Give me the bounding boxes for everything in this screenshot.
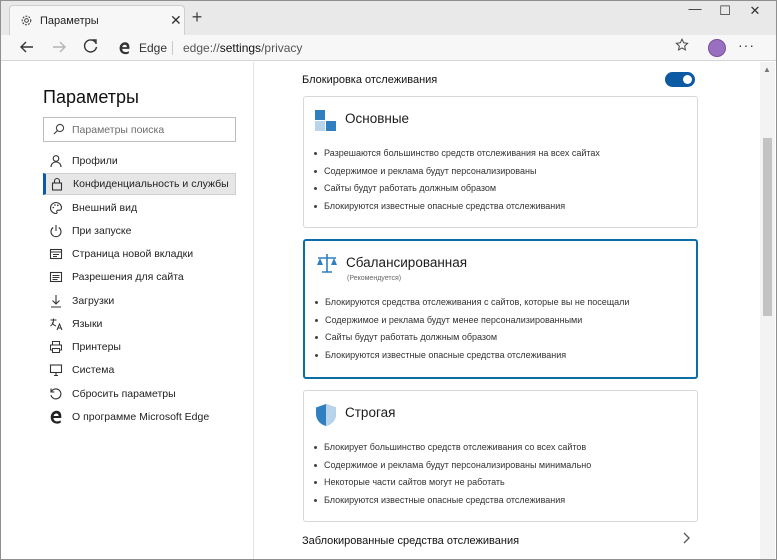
sidebar-item-label: О программе Microsoft Edge <box>72 411 210 423</box>
sidebar-item-privacy[interactable]: Конфиденциальность и службы <box>43 173 236 195</box>
tracking-prevention-toggle[interactable] <box>665 72 695 87</box>
sidebar-item-label: Конфиденциальность и службы <box>73 178 229 190</box>
sidebar-title: Параметры <box>43 87 139 107</box>
card-bullet: Блокируются известные опасные средства о… <box>315 350 629 368</box>
sidebar-item-startup[interactable]: При запуске <box>43 220 236 242</box>
card-bullet-list: Блокируются средства отслеживания с сайт… <box>315 297 629 367</box>
toggle-knob <box>683 75 692 84</box>
card-title: Строгая <box>345 405 396 420</box>
tab-strip: Параметры ✕ + — ☐ ✕ <box>1 1 776 35</box>
url-host: edge:// <box>183 41 220 55</box>
card-title: Сбалансированная <box>346 255 468 270</box>
favorite-star-icon[interactable] <box>675 38 689 52</box>
languages-icon <box>50 318 63 331</box>
url-path-strong: settings <box>219 41 262 55</box>
sidebar-item-profiles[interactable]: Профили <box>43 150 236 172</box>
edge-icon <box>50 410 62 424</box>
card-bullet: Разрешаются большинство средств отслежив… <box>314 148 600 166</box>
sidebar-item-downloads[interactable]: Загрузки <box>43 290 236 312</box>
person-icon <box>50 155 62 168</box>
card-bullet: Блокируются известные опасные средства о… <box>314 201 600 219</box>
new-tab-button[interactable]: + <box>189 7 205 28</box>
window-close-button[interactable]: ✕ <box>741 3 769 19</box>
card-bullet-list: Разрешаются большинство средств отслежив… <box>314 148 600 218</box>
sidebar-item-label: Загрузки <box>72 295 115 307</box>
back-arrow-icon[interactable] <box>17 38 37 56</box>
sidebar-item-system[interactable]: Система <box>43 359 236 381</box>
maximize-button[interactable]: ☐ <box>711 3 739 19</box>
sidebar-item-label: Система <box>72 364 115 376</box>
tab-close-button[interactable]: ✕ <box>170 12 182 29</box>
card-bullet-list: Блокирует большинство средств отслеживан… <box>314 442 591 512</box>
new-tab-icon <box>49 248 63 260</box>
profile-avatar[interactable] <box>708 39 726 57</box>
lock-icon <box>51 177 63 191</box>
card-bullet: Содержимое и реклама будут персонализиро… <box>314 166 600 184</box>
power-icon <box>50 225 62 238</box>
sidebar-item-label: Страница новой вкладки <box>72 248 194 260</box>
sidebar-item-label: Внешний вид <box>72 202 138 214</box>
card-bullet: Сайты будут работать должным образом <box>315 332 629 350</box>
printer-icon <box>50 341 62 353</box>
sidebar-item-site-permissions[interactable]: Разрешения для сайта <box>43 266 236 288</box>
tab-settings[interactable]: Параметры ✕ <box>9 5 185 35</box>
balance-scale-icon <box>317 254 337 273</box>
sidebar-item-label: При запуске <box>72 225 132 237</box>
card-bullet: Блокирует большинство средств отслеживан… <box>314 442 591 460</box>
palette-icon <box>50 201 63 215</box>
basic-squares-icon <box>315 110 336 131</box>
download-icon <box>51 295 61 308</box>
card-title: Основные <box>345 111 410 126</box>
sidebar-item-label: Разрешения для сайта <box>72 271 184 283</box>
search-input[interactable] <box>72 121 232 138</box>
card-bullet: Блокируются средства отслеживания с сайт… <box>315 297 629 315</box>
forward-arrow-icon[interactable] <box>49 38 69 56</box>
sidebar-item-label: Профили <box>72 155 118 167</box>
brand-label: Edge <box>139 41 168 55</box>
address-separator <box>172 41 173 55</box>
sidebar-item-new-tab[interactable]: Страница новой вкладки <box>43 243 236 265</box>
card-bullet: Сайты будут работать должным образом <box>314 183 600 201</box>
minimize-button[interactable]: — <box>681 1 709 16</box>
url-path-rest: /privacy <box>261 41 303 55</box>
sidebar-item-about[interactable]: О программе Microsoft Edge <box>43 406 236 428</box>
sidebar-item-reset[interactable]: Сбросить параметры <box>43 383 236 405</box>
reset-icon <box>50 388 62 400</box>
blocked-trackers-link[interactable]: Заблокированные средства отслеживания <box>302 535 519 547</box>
sidebar-item-appearance[interactable]: Внешний вид <box>43 197 236 219</box>
more-menu-button[interactable]: ··· <box>738 37 755 53</box>
chevron-right-icon[interactable] <box>681 532 691 544</box>
browser-window: Параметры ✕ + — ☐ ✕ Edge edge://settings… <box>0 0 777 560</box>
edge-logo-icon <box>119 42 130 55</box>
address-input[interactable]: edge://settings/privacy <box>183 41 302 55</box>
search-icon <box>53 123 65 135</box>
tab-title: Параметры <box>40 15 99 27</box>
sidebar-item-label: Сбросить параметры <box>72 388 176 400</box>
sidebar-item-printers[interactable]: Принтеры <box>43 336 236 358</box>
card-basic[interactable]: Основные Разрешаются большинство средств… <box>303 96 698 228</box>
sidebar-item-label: Языки <box>72 318 103 330</box>
address-toolbar: Edge edge://settings/privacy ··· <box>1 35 776 61</box>
system-icon <box>49 364 63 377</box>
site-permissions-icon <box>49 271 63 283</box>
card-bullet: Содержимое и реклама будут менее персона… <box>315 315 629 333</box>
reload-icon[interactable] <box>81 37 101 55</box>
sidebar-item-languages[interactable]: Языки <box>43 313 236 335</box>
settings-sidebar: Параметры Профили Конфиденциальность и с… <box>1 62 254 559</box>
card-balanced[interactable]: Сбалансированная (Рекомендуется) Блокиру… <box>303 239 698 379</box>
card-bullet: Содержимое и реклама будут персонализиро… <box>314 460 591 478</box>
card-bullet: Некоторые части сайтов могут не работать <box>314 477 591 495</box>
scrollbar-thumb[interactable] <box>763 138 772 316</box>
card-bullet: Блокируются известные опасные средства о… <box>314 495 591 513</box>
card-subtitle: (Рекомендуется) <box>347 275 402 282</box>
search-box[interactable] <box>43 117 236 142</box>
scroll-up-arrow-icon[interactable]: ▲ <box>763 65 771 74</box>
shield-icon <box>316 404 336 426</box>
tracking-prevention-label: Блокировка отслеживания <box>302 74 438 86</box>
sidebar-item-label: Принтеры <box>72 341 121 353</box>
gear-icon <box>21 15 32 26</box>
card-strict[interactable]: Строгая Блокирует большинство средств от… <box>303 390 698 522</box>
